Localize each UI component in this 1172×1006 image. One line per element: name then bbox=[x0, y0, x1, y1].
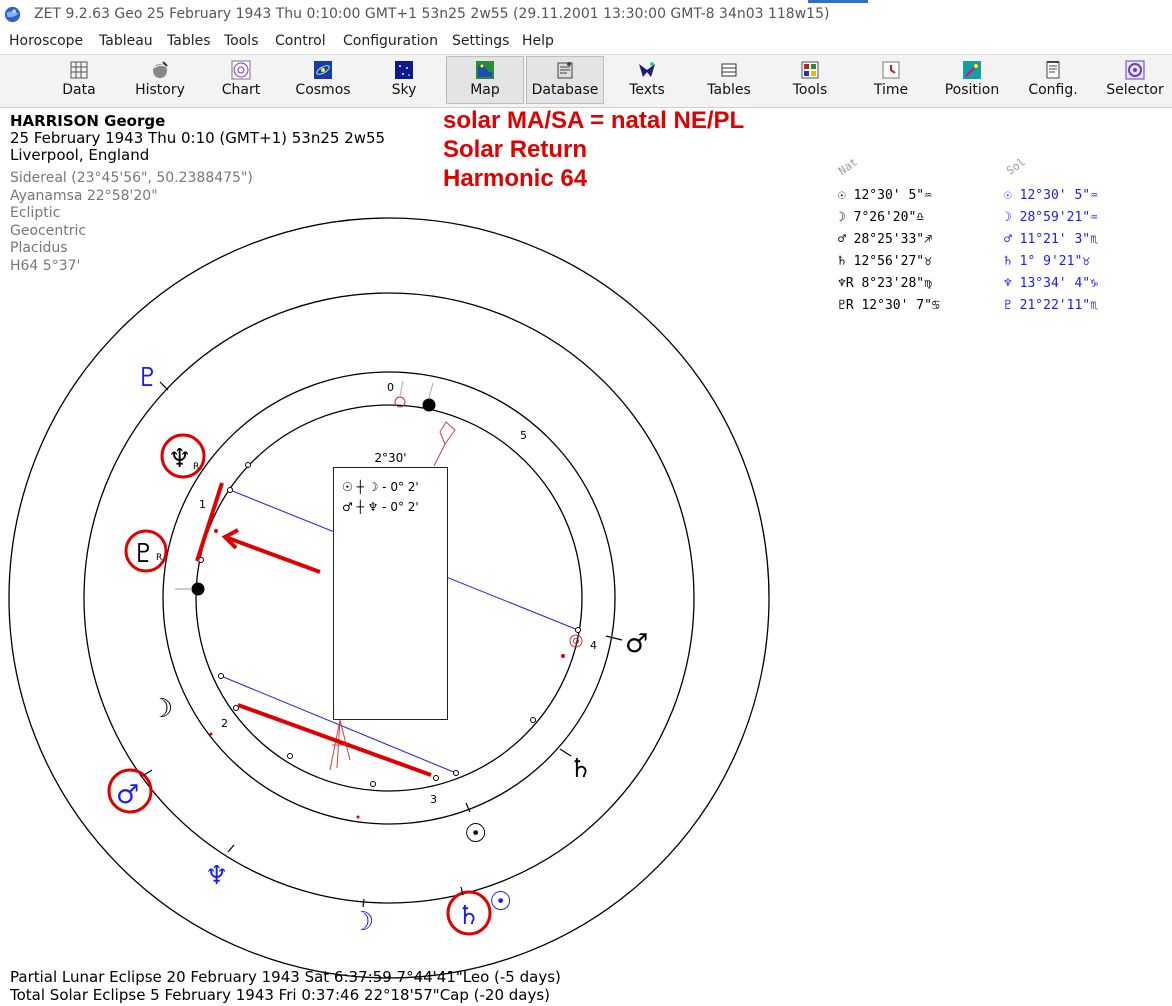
inner-number-4: 4 bbox=[590, 639, 597, 652]
setting-geocentric: Geocentric bbox=[10, 222, 87, 239]
natal-pluto-glyph[interactable]: ♇ bbox=[132, 539, 155, 569]
natal-mars-glyph[interactable]: ♂ bbox=[625, 629, 648, 659]
natal-point-left bbox=[191, 582, 205, 596]
birth-place: Liverpool, England bbox=[10, 146, 150, 164]
annotation-text: solar MA/SA = natal NE/PL Solar Return H… bbox=[443, 106, 744, 193]
solar-position: ♆ 13°34' 4"♑ bbox=[1004, 276, 1098, 291]
retrograde-mark: R bbox=[156, 553, 162, 563]
solar-moon-glyph[interactable]: ☽ bbox=[351, 907, 374, 937]
solar-position: ♂ 11°21' 3"♏ bbox=[1004, 232, 1098, 247]
inner-number-1: 1 bbox=[199, 498, 206, 511]
aspect-row: ☉ ┼ ☽ - 0° 2' bbox=[342, 480, 419, 494]
solar-position: ☉ 12°30' 5"♒ bbox=[1004, 188, 1098, 203]
inner-number-2: 2 bbox=[221, 717, 228, 730]
natal-position: ☽ 7°26'20"♎ bbox=[838, 210, 925, 225]
aspect-orb: 2°30' bbox=[374, 451, 407, 465]
solar-saturn-glyph[interactable]: ♄ bbox=[457, 901, 480, 931]
person-name: HARRISON George bbox=[10, 112, 166, 130]
aspect-popup[interactable]: 2°30' ☉ ┼ ☽ - 0° 2' ♂ ┼ ♆ - 0° 2' bbox=[333, 451, 448, 720]
retrograde-mark: R bbox=[193, 462, 199, 472]
solar-pluto-glyph[interactable]: ♇ bbox=[136, 363, 159, 393]
natal-position: ♇R 12°30' 7"♋ bbox=[838, 298, 940, 313]
setting-house-system: Placidus bbox=[10, 240, 68, 256]
natal-neptune-glyph[interactable]: ♆ bbox=[168, 444, 191, 474]
natal-position: ♄ 12°56'27"♉ bbox=[838, 254, 932, 269]
setting-sidereal: Sidereal (23°45'56", 50.2388475") bbox=[10, 170, 253, 186]
solar-mars-glyph[interactable]: ♂ bbox=[116, 780, 139, 810]
setting-harmonic: H64 5°37' bbox=[10, 257, 81, 274]
natal-saturn-glyph[interactable]: ♄ bbox=[569, 754, 592, 784]
setting-ayanamsa: Ayanamsa 22°58'20" bbox=[10, 187, 158, 204]
setting-ecliptic: Ecliptic bbox=[10, 205, 61, 221]
natal-position: ☉ 12°30' 5"♒ bbox=[838, 188, 932, 203]
natal-position: ♂ 28°25'33"♐ bbox=[838, 232, 932, 247]
solar-position: ☽ 28°59'21"♒ bbox=[1004, 210, 1098, 225]
aspect-row: ♂ ┼ ♆ - 0° 2' bbox=[342, 500, 419, 514]
inner-number-3: 3 bbox=[430, 793, 437, 806]
solar-position: ♄ 1° 9'21"♉ bbox=[1004, 254, 1091, 269]
natal-point-top bbox=[422, 398, 436, 412]
inner-number-0: 0 bbox=[387, 381, 394, 394]
annotation-arrow bbox=[227, 536, 321, 574]
annotation-line bbox=[195, 482, 224, 562]
inner-number-5: 5 bbox=[520, 429, 527, 442]
annotation-line-3: Harmonic 64 bbox=[443, 165, 588, 192]
natal-moon-glyph[interactable]: ☽ bbox=[150, 694, 173, 724]
annotation-line-2: Solar Return bbox=[443, 136, 588, 163]
red-kite-marker bbox=[439, 421, 456, 446]
solar-sun-glyph[interactable]: ☉ bbox=[489, 887, 512, 917]
solar-neptune-glyph[interactable]: ♆ bbox=[205, 861, 228, 891]
birth-date-line: 25 February 1943 Thu 0:10 (GMT+1) 53n25 … bbox=[10, 129, 386, 147]
natal-position: ♆R 8°23'28"♍ bbox=[838, 276, 932, 291]
lunar-eclipse-info: Partial Lunar Eclipse 20 February 1943 S… bbox=[10, 968, 561, 986]
solar-position: ♇ 21°22'11"♏ bbox=[1004, 298, 1098, 313]
solar-eclipse-info: Total Solar Eclipse 5 February 1943 Fri … bbox=[10, 986, 551, 1004]
horoscope-info: HARRISON George 25 February 1943 Thu 0:1… bbox=[10, 113, 385, 275]
annotation-line-1: solar MA/SA = natal NE/PL bbox=[443, 107, 745, 134]
natal-sun-glyph[interactable]: ☉ bbox=[464, 819, 487, 849]
